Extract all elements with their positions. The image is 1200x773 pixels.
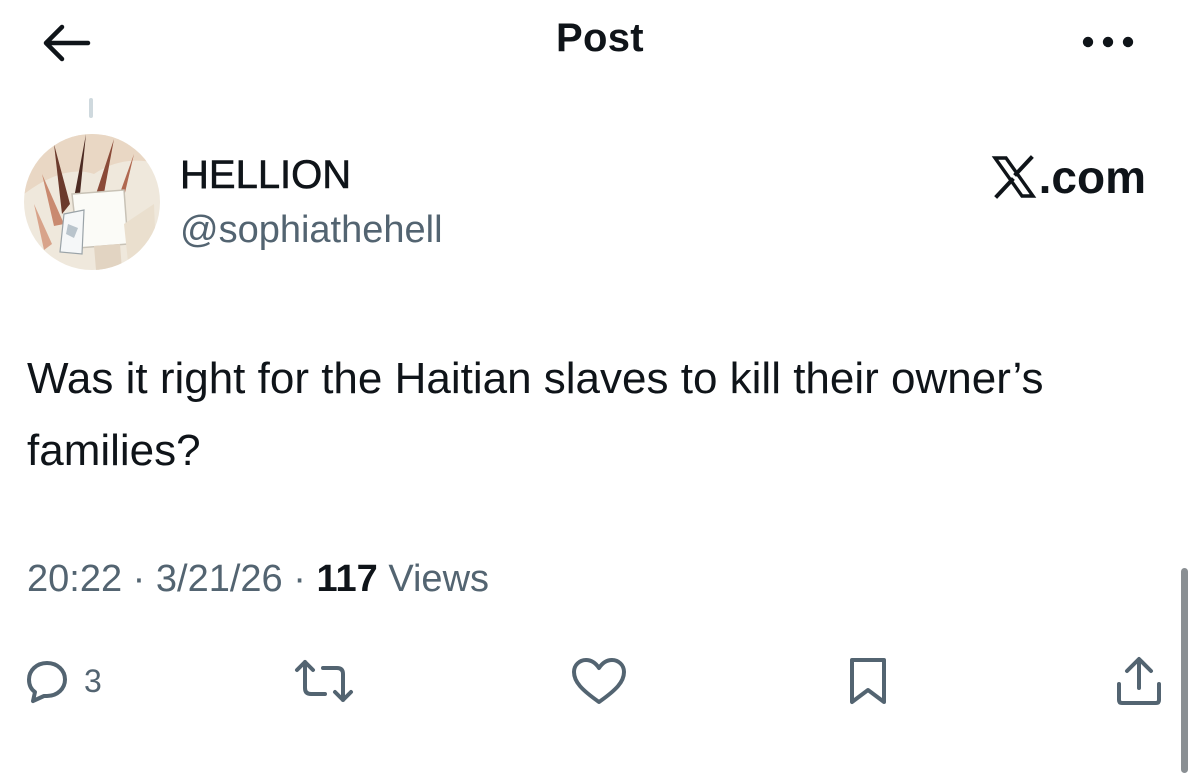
arrow-left-icon [43,24,91,62]
repost-icon [295,660,353,702]
author-handle[interactable]: @sophiathehell [180,209,443,252]
post-time[interactable]: 20:22 [27,558,122,600]
heart-icon [572,658,626,704]
views-count: 117 [316,558,378,600]
bookmark-button[interactable] [846,652,890,710]
repost-button[interactable] [293,652,355,710]
thread-connector-line [89,98,93,118]
reply-count: 3 [84,662,102,699]
post-meta: 20:22 · 3/21/26 · 117 Views [27,558,489,601]
like-button[interactable] [570,652,628,710]
author-display-name[interactable]: HELLION [180,153,352,198]
share-icon [1117,657,1161,705]
back-button[interactable] [36,18,96,68]
reply-button[interactable]: 3 [24,652,102,710]
post-date[interactable]: 3/21/26 [156,558,283,600]
more-options-button[interactable] [1078,22,1138,62]
avatar[interactable] [24,134,160,270]
anime-character-avatar-image [24,134,160,270]
post-text: Was it right for the Haitian slaves to k… [27,354,1044,475]
x-com-watermark: .com [991,150,1146,204]
share-button[interactable] [1113,652,1165,710]
more-horizontal-icon [1082,36,1134,48]
page-title: Post [556,16,644,60]
top-bar: Post [0,0,1200,88]
brand-text: .com [1038,151,1146,203]
views-label: Views [388,558,490,600]
bookmark-icon [850,658,886,704]
x-logo-icon [991,155,1036,199]
meta-separator: · [293,558,306,600]
scrollbar-thumb[interactable] [1181,568,1188,773]
reply-icon [27,661,67,703]
meta-separator: · [132,558,146,600]
